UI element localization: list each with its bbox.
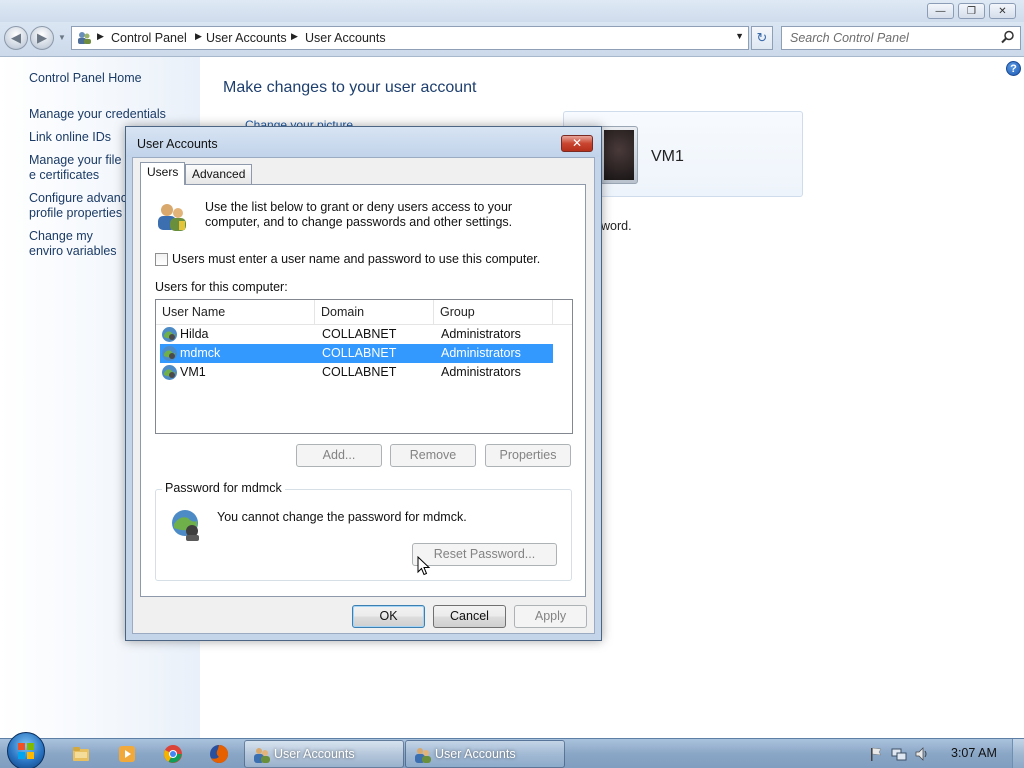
user-icon xyxy=(162,346,177,361)
navigation-bar: ◀ ▶ ▼ ▶ Control Panel ▶ User Accounts ▶ … xyxy=(0,22,1024,57)
user-name-cell: Hilda xyxy=(180,327,209,341)
close-window-button[interactable]: ✕ xyxy=(989,3,1016,19)
group-cell: Administrators xyxy=(441,346,521,360)
help-icon[interactable]: ? xyxy=(1006,61,1021,76)
domain-cell: COLLABNET xyxy=(322,327,397,341)
ok-button[interactable]: OK xyxy=(352,605,425,628)
tab-advanced[interactable]: Advanced xyxy=(185,164,253,184)
password-groupbox: Password for mdmck You cannot change the… xyxy=(155,481,572,581)
user-accounts-icon xyxy=(254,748,270,763)
minimize-button[interactable]: — xyxy=(927,3,954,19)
group-cell: Administrators xyxy=(441,327,521,341)
taskbar-task-user-accounts-2[interactable]: User Accounts xyxy=(405,740,565,768)
window-titlebar: — ❐ ✕ xyxy=(0,0,1024,22)
mouse-pointer-icon xyxy=(417,556,431,576)
taskbar: User Accounts User Accounts 3:07 AM xyxy=(0,732,1024,768)
add-user-button[interactable]: Add... xyxy=(296,444,382,467)
account-name: VM1 xyxy=(651,148,684,165)
network-icon[interactable] xyxy=(891,746,907,762)
user-icon xyxy=(162,365,177,380)
volume-icon[interactable] xyxy=(914,746,930,762)
back-button[interactable]: ◀ xyxy=(4,26,28,50)
column-domain[interactable]: Domain xyxy=(315,300,434,324)
user-globe-icon xyxy=(172,510,199,541)
restore-button[interactable]: ❐ xyxy=(958,3,985,19)
user-name-cell: VM1 xyxy=(180,365,206,379)
breadcrumb-user-accounts[interactable]: User Accounts xyxy=(206,31,287,45)
forward-button[interactable]: ▶ xyxy=(30,26,54,50)
tab-users[interactable]: Users xyxy=(140,162,186,185)
table-row-hilda[interactable]: Hilda COLLABNET Administrators xyxy=(160,325,553,344)
refresh-button[interactable]: ↻ xyxy=(751,26,773,50)
users-list[interactable]: User Name Domain Group Hilda COLLABNET A… xyxy=(155,299,573,434)
breadcrumb-user-accounts-current[interactable]: User Accounts xyxy=(305,31,386,45)
password-group-legend: Password for mdmck xyxy=(162,481,285,495)
user-accounts-icon xyxy=(415,748,431,763)
change-environment-variables-link[interactable]: Change my enviro variables xyxy=(29,229,129,259)
remove-user-button[interactable]: Remove xyxy=(390,444,476,467)
dialog-body: Users Advanced Use the list below to gra… xyxy=(132,157,595,634)
require-password-checkbox[interactable] xyxy=(155,253,168,266)
breadcrumb-separator-icon: ▶ xyxy=(97,31,104,41)
system-clock[interactable]: 3:07 AM xyxy=(951,746,997,760)
taskbar-task-label: User Accounts xyxy=(435,747,516,761)
domain-cell: COLLABNET xyxy=(322,365,397,379)
media-player-icon[interactable] xyxy=(117,744,137,764)
dialog-description: Use the list below to grant or deny user… xyxy=(205,200,513,229)
search-placeholder: Search Control Panel xyxy=(790,31,909,45)
chrome-icon[interactable] xyxy=(163,744,183,764)
file-explorer-icon[interactable] xyxy=(71,744,91,764)
dialog-titlebar[interactable]: User Accounts ✕ xyxy=(126,127,601,157)
users-list-header: User Name Domain Group xyxy=(156,300,572,325)
column-user-name[interactable]: User Name xyxy=(156,300,315,324)
dialog-close-button[interactable]: ✕ xyxy=(561,135,593,152)
password-message: You cannot change the password for mdmck… xyxy=(217,510,467,524)
address-dropdown-chevron-down-icon[interactable]: ▼ xyxy=(735,31,744,41)
group-cell: Administrators xyxy=(441,365,521,379)
dialog-title: User Accounts xyxy=(137,137,218,151)
reset-password-button[interactable]: Reset Password... xyxy=(412,543,557,566)
breadcrumb-control-panel[interactable]: Control Panel xyxy=(111,31,187,45)
column-group[interactable]: Group xyxy=(434,300,553,324)
table-row-mdmck[interactable]: mdmck COLLABNET Administrators xyxy=(160,344,553,363)
taskbar-task-label: User Accounts xyxy=(274,747,355,761)
user-name-cell: mdmck xyxy=(180,346,221,360)
properties-button[interactable]: Properties xyxy=(485,444,571,467)
control-panel-users-icon xyxy=(78,32,91,44)
user-icon xyxy=(162,327,177,342)
address-bar[interactable]: ▶ Control Panel ▶ User Accounts ▶ User A… xyxy=(71,26,749,50)
manage-file-encryption-certificates-link[interactable]: Manage your file e certificates xyxy=(29,153,129,183)
show-desktop-button[interactable] xyxy=(1012,739,1024,768)
manage-credentials-link[interactable]: Manage your credentials xyxy=(29,107,189,122)
firefox-icon[interactable] xyxy=(209,744,229,764)
users-icon xyxy=(158,204,186,231)
breadcrumb-separator-icon: ▶ xyxy=(291,31,298,41)
users-tab-panel: Use the list below to grant or deny user… xyxy=(140,184,586,597)
search-icon[interactable] xyxy=(1001,30,1015,44)
user-accounts-dialog: User Accounts ✕ Users Advanced Use the l… xyxy=(125,126,602,641)
control-panel-home-link[interactable]: Control Panel Home xyxy=(29,71,189,86)
require-password-label[interactable]: Users must enter a user name and passwor… xyxy=(172,252,540,266)
configure-advanced-profile-properties-link[interactable]: Configure advanc profile properties xyxy=(29,191,129,221)
windows-logo-icon xyxy=(18,743,34,759)
user-picture[interactable] xyxy=(600,126,638,184)
page-title: Make changes to your user account xyxy=(223,79,477,96)
main-text-fragment: word. xyxy=(601,219,632,233)
apply-button[interactable]: Apply xyxy=(514,605,587,628)
taskbar-task-user-accounts-1[interactable]: User Accounts xyxy=(244,740,404,768)
table-row-vm1[interactable]: VM1 COLLABNET Administrators xyxy=(160,363,553,382)
start-button[interactable] xyxy=(7,732,45,768)
users-list-label: Users for this computer: xyxy=(155,280,288,294)
cancel-button[interactable]: Cancel xyxy=(433,605,506,628)
breadcrumb-separator-icon: ▶ xyxy=(195,31,202,41)
action-center-flag-icon[interactable] xyxy=(868,746,884,762)
recent-pages-chevron-down-icon[interactable]: ▼ xyxy=(58,33,68,43)
search-input[interactable]: Search Control Panel xyxy=(781,26,1021,50)
domain-cell: COLLABNET xyxy=(322,346,397,360)
